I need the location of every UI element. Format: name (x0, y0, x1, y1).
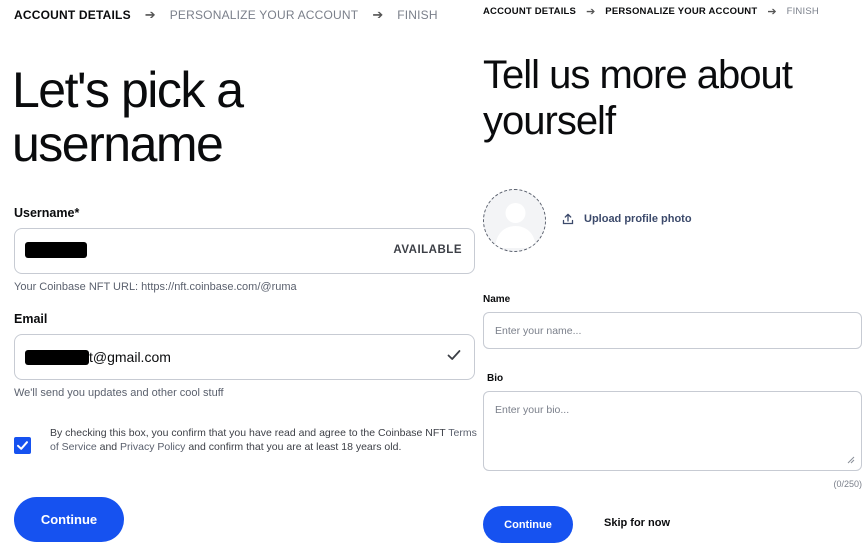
bio-label: Bio (487, 373, 504, 384)
email-label: Email (14, 312, 48, 326)
arrow-right-icon: ➔ (372, 7, 384, 22)
bio-textarea[interactable]: Enter your bio... (483, 391, 862, 471)
email-value: t@gmail.com (89, 349, 171, 365)
username-step-panel: ACCOUNT DETAILS ➔ PERSONALIZE YOUR ACCOU… (0, 0, 478, 560)
arrow-right-icon: ➔ (586, 6, 596, 18)
checkmark-icon (447, 350, 461, 360)
privacy-policy-link[interactable]: Privacy Policy (120, 441, 185, 453)
consent-text-part: By checking this box, you confirm that y… (50, 427, 449, 439)
username-label: Username* (14, 206, 80, 220)
bio-character-counter: (0/250) (833, 479, 862, 489)
step-account-details: ACCOUNT DETAILS (14, 8, 131, 22)
user-silhouette-icon (495, 203, 536, 248)
step-account-details: ACCOUNT DETAILS (483, 6, 577, 17)
upload-icon (562, 213, 574, 225)
consent-text-part: and (96, 440, 121, 453)
bio-placeholder: Enter your bio... (495, 404, 570, 416)
arrow-right-icon: ➔ (144, 7, 156, 22)
consent-checkbox[interactable] (14, 437, 31, 454)
step-personalize-account: PERSONALIZE YOUR ACCOUNT (169, 8, 359, 22)
username-input[interactable]: AVAILABLE (14, 228, 475, 274)
nft-url-helper: Your Coinbase NFT URL: https://nft.coinb… (14, 281, 297, 293)
continue-button[interactable]: Continue (483, 506, 573, 543)
page-title: Tell us more about yourself (483, 53, 793, 143)
checkbox-checked-icon (17, 441, 28, 450)
email-helper: We'll send you updates and other cool st… (14, 387, 224, 399)
step-personalize-account: PERSONALIZE YOUR ACCOUNT (605, 6, 758, 17)
avatar[interactable] (483, 189, 546, 252)
consent-text-part: and confirm that you are at least 18 yea… (185, 440, 402, 453)
step-finish: FINISH (397, 8, 438, 22)
redacted-email-prefix (25, 350, 89, 365)
upload-profile-photo-button[interactable]: Upload profile photo (562, 213, 692, 225)
redacted-username (25, 242, 87, 258)
continue-button[interactable]: Continue (14, 497, 124, 542)
personalize-step-panel: ACCOUNT DETAILS ➔ PERSONALIZE YOUR ACCOU… (478, 0, 868, 560)
availability-status: AVAILABLE (393, 244, 462, 256)
name-label: Name (483, 294, 511, 305)
step-progress: ACCOUNT DETAILS ➔ PERSONALIZE YOUR ACCOU… (14, 7, 438, 23)
step-finish: FINISH (786, 6, 819, 17)
name-placeholder: Enter your name... (495, 325, 582, 337)
consent-text: By checking this box, you confirm that y… (50, 427, 478, 454)
step-progress: ACCOUNT DETAILS ➔ PERSONALIZE YOUR ACCOU… (483, 5, 819, 18)
skip-for-now-button[interactable]: Skip for now (604, 517, 670, 529)
upload-label: Upload profile photo (584, 213, 692, 225)
email-field[interactable]: t@gmail.com (14, 334, 475, 380)
arrow-right-icon: ➔ (767, 6, 777, 18)
name-input[interactable]: Enter your name... (483, 312, 862, 349)
page-title: Let's pick a username (12, 62, 244, 172)
resize-handle-icon[interactable] (847, 456, 855, 464)
